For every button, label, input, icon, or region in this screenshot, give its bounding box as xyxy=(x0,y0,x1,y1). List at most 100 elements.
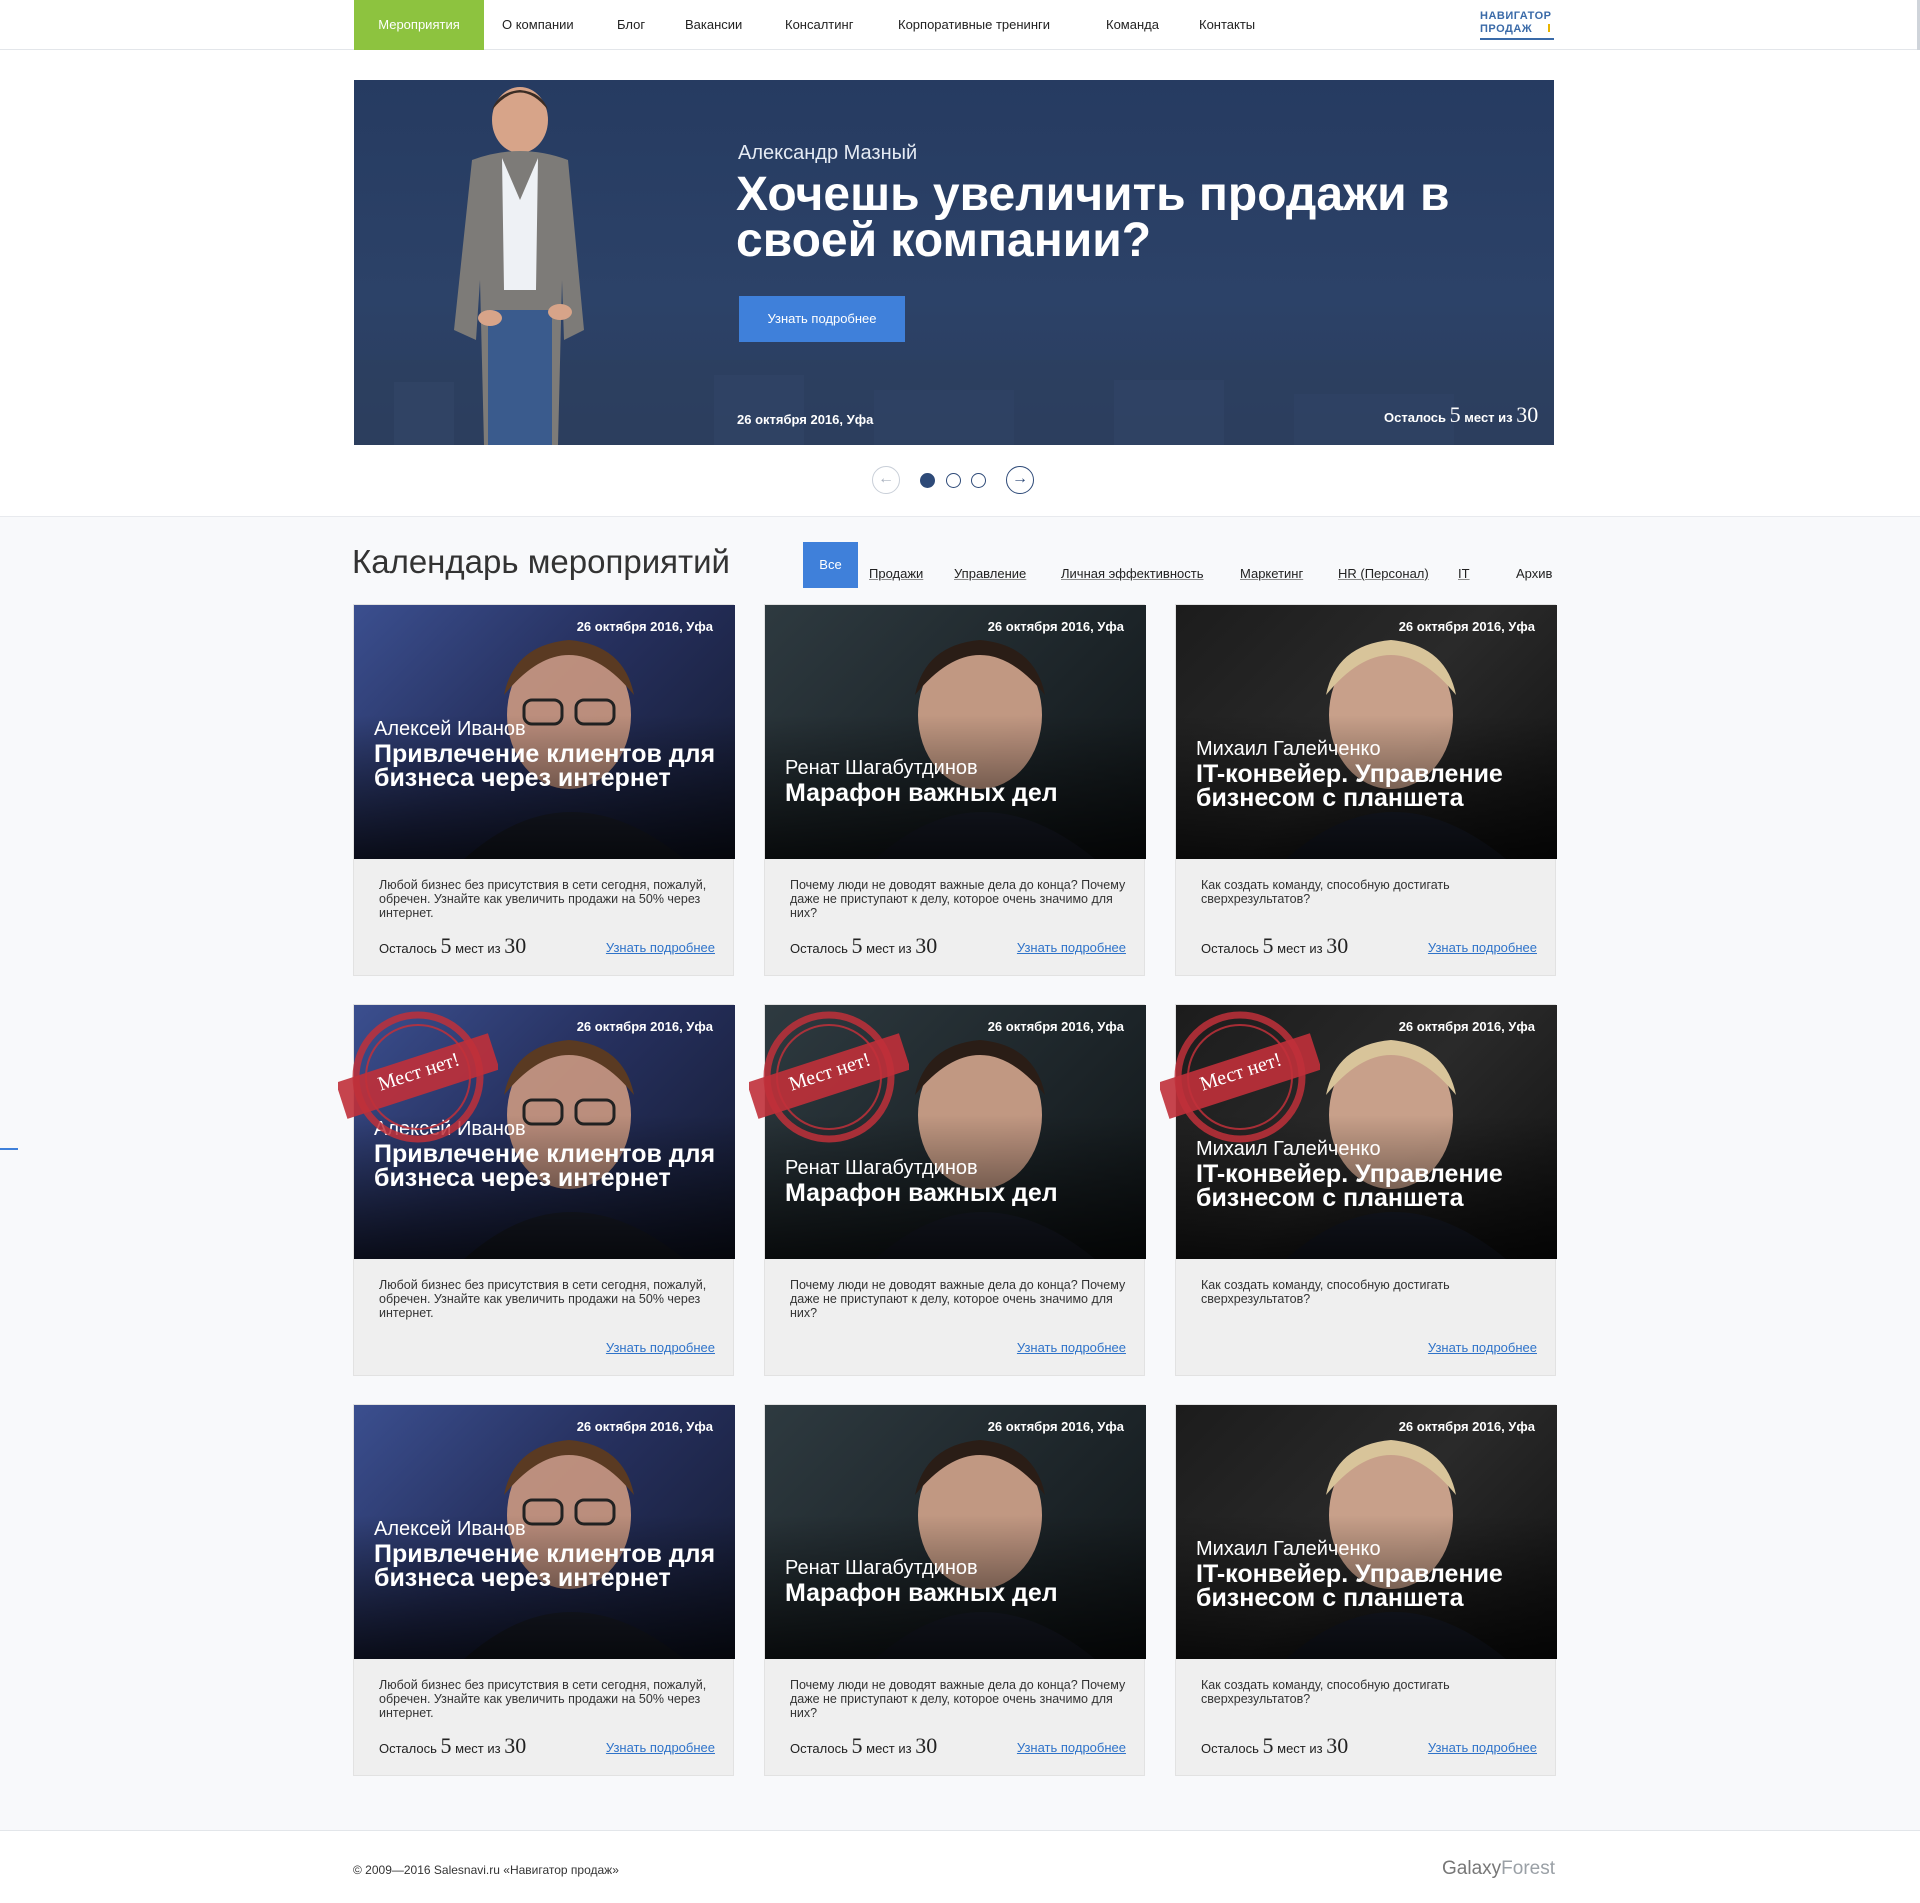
event-card-speaker: Михаил Галейченко xyxy=(1196,1538,1381,1560)
event-card-link[interactable]: Узнать подробнее xyxy=(606,1340,715,1355)
logo-line-2: ПРОДАЖ xyxy=(1480,23,1533,35)
event-card-description: Любой бизнес без присутствия в сети сего… xyxy=(379,1278,707,1320)
event-card-seats: Осталось 5 мест из 30 xyxy=(1201,1733,1348,1759)
filter-management[interactable]: Управление xyxy=(954,566,1026,581)
filter-hr[interactable]: HR (Персонал) xyxy=(1338,566,1429,581)
slider-dot-2[interactable] xyxy=(946,473,961,488)
seats-prefix: Осталось xyxy=(790,941,848,956)
nav-item-blog[interactable]: Блог xyxy=(617,0,645,50)
seats-middle: мест из xyxy=(866,1741,912,1756)
event-card[interactable]: 26 октября 2016, Уфа Ренат Шагабутдинов Ма… xyxy=(746,1004,1146,1376)
event-card-date: 26 октября 2016, Уфа xyxy=(576,1019,713,1034)
seats-left-number: 5 xyxy=(1449,402,1461,427)
hero-seats-left: Осталось 5 мест из 30 xyxy=(1384,402,1538,428)
hero-title: Хочешь увеличить продажи в своей компани… xyxy=(736,168,1450,267)
hero-date-location: 26 октября 2016, Уфа xyxy=(737,412,874,427)
event-card-seats: Осталось 5 мест из 30 xyxy=(379,1733,526,1759)
filter-archive[interactable]: Архив xyxy=(1516,566,1552,581)
logo-accent-mark xyxy=(1548,24,1554,32)
nav-item-about[interactable]: О компании xyxy=(502,0,574,50)
slider-dot-3[interactable] xyxy=(971,473,986,488)
arrow-right-icon: → xyxy=(1012,470,1028,487)
event-card-seats: Осталось 5 мест из 30 xyxy=(379,933,526,959)
site-logo[interactable]: НАВИГАТОР ПРОДАЖ xyxy=(1480,10,1556,44)
nav-item-consulting[interactable]: Консалтинг xyxy=(785,0,853,50)
event-card-speaker: Алексей Иванов xyxy=(374,1518,526,1540)
slider-next-button[interactable]: → xyxy=(1006,466,1034,494)
event-card-title: Привлечение клиентов для бизнеса через и… xyxy=(374,740,716,792)
filter-marketing[interactable]: Маркетинг xyxy=(1240,566,1303,581)
event-card-date: 26 октября 2016, Уфа xyxy=(987,619,1124,634)
seats-middle: мест из xyxy=(455,1741,501,1756)
filter-personal-efficiency[interactable]: Личная эффективность xyxy=(1061,566,1203,581)
speaker-portrait xyxy=(765,640,1146,859)
event-card-link[interactable]: Узнать подробнее xyxy=(1428,1740,1537,1755)
event-card-date: 26 октября 2016, Уфа xyxy=(1398,1419,1535,1434)
event-card[interactable]: 26 октября 2016, Уфа Алексей Иванов Привле… xyxy=(335,1004,735,1376)
seats-middle: мест из xyxy=(1277,941,1323,956)
event-card-title: Привлечение клиентов для бизнеса через и… xyxy=(374,1540,716,1592)
hero-learn-more-button[interactable]: Узнать подробнее xyxy=(739,296,905,342)
event-card-link[interactable]: Узнать подробнее xyxy=(1428,1340,1537,1355)
seats-middle: мест из xyxy=(1277,1741,1323,1756)
sold-out-stamp: Мест нет! xyxy=(1157,997,1322,1157)
event-card-speaker: Ренат Шагабутдинов xyxy=(785,1157,978,1179)
filter-it[interactable]: IT xyxy=(1458,566,1470,581)
slider-dot-1[interactable] xyxy=(920,473,935,488)
studio-logo[interactable]: GalaxyForest xyxy=(1442,1858,1555,1880)
nav-item-corporate-trainings[interactable]: Корпоративные тренинги xyxy=(898,0,1050,50)
nav-item-team[interactable]: Команда xyxy=(1106,0,1159,50)
seats-total-number: 30 xyxy=(1516,402,1539,427)
event-card-link[interactable]: Узнать подробнее xyxy=(1017,940,1126,955)
sold-out-stamp: Мест нет! xyxy=(746,997,911,1157)
event-card[interactable]: 26 октября 2016, Уфа Ренат Шагабутдинов Ма… xyxy=(764,604,1146,976)
event-card[interactable]: 26 октября 2016, Уфа Михаил Галейченко IT-… xyxy=(1175,604,1557,976)
event-card-link[interactable]: Узнать подробнее xyxy=(606,940,715,955)
event-card-description: Как создать команду, способную достигать… xyxy=(1201,1278,1450,1306)
event-card-seats: Осталось 5 мест из 30 xyxy=(790,1733,937,1759)
hero-speaker-name: Александр Мазный xyxy=(738,142,918,164)
seats-prefix: Осталось xyxy=(1201,1741,1259,1756)
event-card-link[interactable]: Узнать подробнее xyxy=(1017,1340,1126,1355)
event-card[interactable]: 26 октября 2016, Уфа Алексей Иванов Привле… xyxy=(353,1404,735,1776)
nav-item-contacts[interactable]: Контакты xyxy=(1199,0,1255,50)
event-card-title: IT-конвейер. Управление бизнесом с планш… xyxy=(1196,1160,1503,1212)
seats-total-number: 30 xyxy=(504,933,527,958)
seats-total-number: 30 xyxy=(1326,933,1349,958)
seats-prefix: Осталось xyxy=(379,1741,437,1756)
event-card-link[interactable]: Узнать подробнее xyxy=(606,1740,715,1755)
event-card-title: IT-конвейер. Управление бизнесом с планш… xyxy=(1196,1560,1503,1612)
event-card-speaker: Ренат Шагабутдинов xyxy=(785,757,978,779)
seats-left-number: 5 xyxy=(851,933,863,958)
event-card-link[interactable]: Узнать подробнее xyxy=(1428,940,1537,955)
event-card-title: Марафон важных дел xyxy=(785,1579,1058,1607)
event-card[interactable]: 26 октября 2016, Уфа Михаил Галейченко IT-… xyxy=(1157,1004,1557,1376)
seats-middle: мест из xyxy=(866,941,912,956)
event-card-date: 26 октября 2016, Уфа xyxy=(1398,619,1535,634)
event-card-image xyxy=(1176,1405,1557,1659)
speaker-portrait xyxy=(1176,640,1557,859)
filter-sales[interactable]: Продажи xyxy=(869,566,923,581)
filter-all[interactable]: Все xyxy=(803,542,858,588)
nav-item-vacancies[interactable]: Вакансии xyxy=(685,0,742,50)
edge-marker xyxy=(0,1148,18,1150)
event-card-description: Как создать команду, способную достигать… xyxy=(1201,878,1450,906)
studio-logo-part2: Forest xyxy=(1501,1858,1555,1879)
event-card-date: 26 октября 2016, Уфа xyxy=(576,1419,713,1434)
arrow-left-icon: ← xyxy=(878,470,894,487)
event-card[interactable]: 26 октября 2016, Уфа Ренат Шагабутдинов Ма… xyxy=(764,1404,1146,1776)
event-card-description: Как создать команду, способную достигать… xyxy=(1201,1678,1450,1706)
event-card[interactable]: 26 октября 2016, Уфа Михаил Галейченко IT-… xyxy=(1175,1404,1557,1776)
seats-total-number: 30 xyxy=(915,1733,938,1758)
event-card[interactable]: 26 октября 2016, Уфа Алексей Иванов Привле… xyxy=(353,604,735,976)
top-navigation: Мероприятия О компании Блог Вакансии Кон… xyxy=(0,0,1920,50)
event-card-seats: Осталось 5 мест из 30 xyxy=(790,933,937,959)
seats-total-number: 30 xyxy=(1326,1733,1349,1758)
event-card-link[interactable]: Узнать подробнее xyxy=(1017,1740,1126,1755)
logo-underline xyxy=(1480,38,1554,40)
event-card-description: Почему люди не доводят важные дела до ко… xyxy=(790,878,1126,920)
slider-prev-button[interactable]: ← xyxy=(872,466,900,494)
speaker-portrait xyxy=(1176,1440,1557,1659)
seats-prefix: Осталось xyxy=(790,1741,848,1756)
nav-item-events[interactable]: Мероприятия xyxy=(354,0,484,50)
